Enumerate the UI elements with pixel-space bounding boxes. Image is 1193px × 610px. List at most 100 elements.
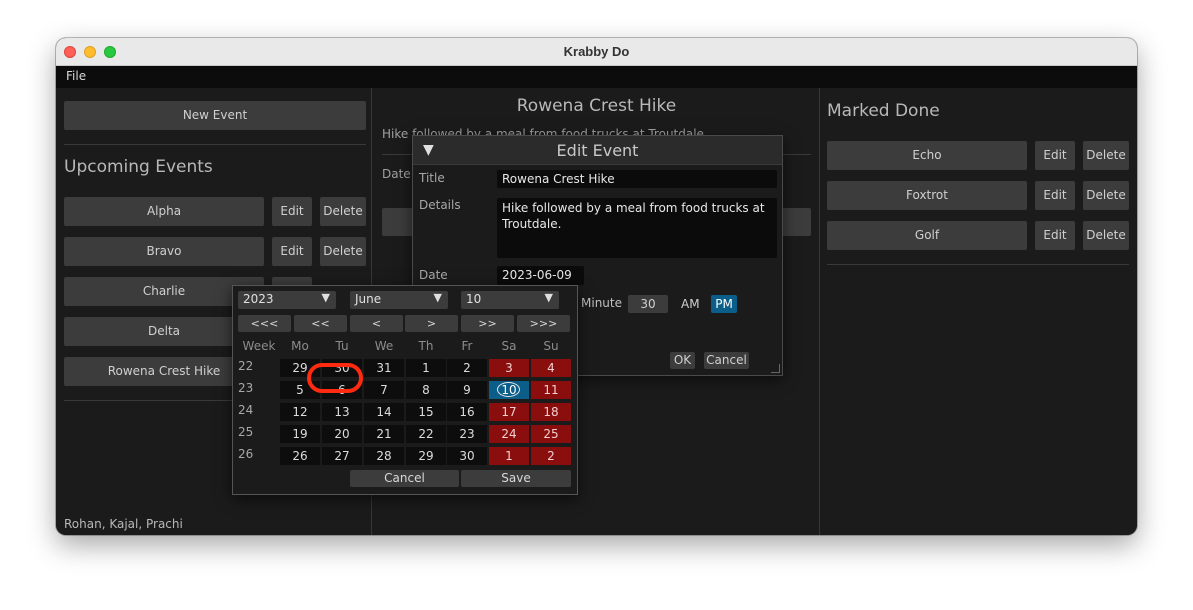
header-sa: Sa <box>501 339 517 353</box>
calendar-day[interactable]: 26 <box>280 447 320 465</box>
event-button-foxtrot[interactable]: Foxtrot <box>827 181 1027 210</box>
window-title: Krabby Do <box>563 44 630 59</box>
month-select[interactable]: June ▼ <box>350 291 448 309</box>
dropdown-arrow-icon: ▼ <box>544 291 553 304</box>
calendar-cancel-button[interactable]: Cancel <box>350 470 459 487</box>
calendar-day-weekend[interactable]: 1 <box>489 447 529 465</box>
delete-button[interactable]: Delete <box>320 237 366 266</box>
calendar-day-weekend[interactable]: 24 <box>489 425 529 443</box>
resize-grip-icon[interactable] <box>771 364 780 373</box>
details-field-label: Details <box>419 198 461 212</box>
header-mo: Mo <box>291 339 309 353</box>
calendar-day[interactable]: 1 <box>406 359 446 377</box>
event-button-alpha[interactable]: Alpha <box>64 197 264 226</box>
nav-prev-year-button[interactable]: <<< <box>238 315 291 332</box>
year-select[interactable]: 2023 ▼ <box>238 291 336 309</box>
edit-button[interactable]: Edit <box>1035 221 1075 250</box>
minute-input[interactable]: 30 <box>628 295 668 313</box>
marked-done-panel: Marked Done Echo Edit Delete Foxtrot Edi… <box>821 88 1137 535</box>
calendar-day[interactable]: 23 <box>447 425 487 443</box>
title-bar: Krabby Do <box>56 38 1137 66</box>
title-input[interactable]: Rowena Crest Hike <box>497 170 777 188</box>
calendar-day[interactable]: 16 <box>447 403 487 421</box>
event-button-golf[interactable]: Golf <box>827 221 1027 250</box>
date-value: 2023-06-09 <box>502 268 572 282</box>
header-week: Week <box>242 339 276 353</box>
month-value: June <box>355 292 382 306</box>
event-title: Rowena Crest Hike <box>516 96 677 116</box>
calendar-day-weekend[interactable]: 17 <box>489 403 529 421</box>
calendar-day[interactable]: 14 <box>364 403 404 421</box>
nav-next-year-button[interactable]: >>> <box>517 315 570 332</box>
menu-bar: File <box>56 66 1137 88</box>
calendar-day-selected[interactable]: 10 <box>489 381 529 399</box>
dropdown-arrow-icon: ▼ <box>321 291 330 304</box>
calendar-day[interactable]: 19 <box>280 425 320 443</box>
calendar-day[interactable]: 27 <box>322 447 362 465</box>
calendar-day[interactable]: 29 <box>406 447 446 465</box>
year-value: 2023 <box>243 292 274 306</box>
ok-button[interactable]: OK <box>670 352 695 369</box>
week-number: 26 <box>238 447 254 461</box>
date-field-label: Date <box>419 268 448 282</box>
delete-button[interactable]: Delete <box>1083 221 1129 250</box>
header-tu: Tu <box>335 339 349 353</box>
calendar-day[interactable]: 13 <box>322 403 362 421</box>
event-date-label: Date: <box>382 167 415 181</box>
event-button-bravo[interactable]: Bravo <box>64 237 264 266</box>
calendar-day[interactable]: 15 <box>406 403 446 421</box>
calendar-day-weekend[interactable]: 11 <box>531 381 571 399</box>
week-number: 22 <box>238 359 254 373</box>
nav-prev-month-button[interactable]: < <box>350 315 403 332</box>
calendar-day[interactable]: 30 <box>447 447 487 465</box>
calendar-day-weekend[interactable]: 18 <box>531 403 571 421</box>
calendar-day[interactable]: 2 <box>447 359 487 377</box>
calendar-day[interactable]: 7 <box>364 381 404 399</box>
calendar-day[interactable]: 12 <box>280 403 320 421</box>
calendar-save-button[interactable]: Save <box>461 470 571 487</box>
delete-button[interactable]: Delete <box>1083 141 1129 170</box>
calendar-day-weekend[interactable]: 25 <box>531 425 571 443</box>
marked-done-heading: Marked Done <box>827 101 940 121</box>
calendar-day[interactable]: 28 <box>364 447 404 465</box>
edit-button[interactable]: Edit <box>1035 141 1075 170</box>
app-window: Krabby Do File New Event Upcoming Events… <box>56 38 1137 535</box>
calendar-day-weekend[interactable]: 4 <box>531 359 571 377</box>
calendar-day[interactable]: 22 <box>406 425 446 443</box>
nav-next-month-button[interactable]: > <box>405 315 458 332</box>
day-select[interactable]: 10 ▼ <box>461 291 559 309</box>
delete-button[interactable]: Delete <box>320 197 366 226</box>
minute-label: Minute <box>581 296 622 310</box>
header-we: We <box>374 339 394 353</box>
delete-button[interactable]: Delete <box>1083 181 1129 210</box>
header-su: Su <box>543 339 559 353</box>
dialog-header[interactable]: ▼ Edit Event <box>413 136 782 165</box>
am-toggle[interactable]: AM <box>681 297 700 311</box>
title-field-label: Title <box>419 171 445 185</box>
new-event-button[interactable]: New Event <box>64 101 366 130</box>
menu-file[interactable]: File <box>66 69 86 83</box>
week-number: 24 <box>238 403 254 417</box>
calendar-day-weekend[interactable]: 3 <box>489 359 529 377</box>
pm-toggle[interactable]: PM <box>711 295 737 313</box>
selection-ring <box>497 382 520 397</box>
edit-button[interactable]: Edit <box>272 197 312 226</box>
calendar-day-weekend[interactable]: 2 <box>531 447 571 465</box>
date-picker-popup: 2023 ▼ June ▼ 10 ▼ <<< << < > >> >>> Wee… <box>232 285 578 495</box>
header-th: Th <box>418 339 434 353</box>
calendar-day[interactable]: 21 <box>364 425 404 443</box>
cancel-button[interactable]: Cancel <box>704 352 749 369</box>
dialog-title: Edit Event <box>556 141 639 160</box>
calendar-day[interactable]: 20 <box>322 425 362 443</box>
edit-button[interactable]: Edit <box>272 237 312 266</box>
highlight-annotation <box>307 363 363 393</box>
event-button-echo[interactable]: Echo <box>827 141 1027 170</box>
details-textarea[interactable]: Hike followed by a meal from food trucks… <box>497 198 777 258</box>
nav-next-quarter-button[interactable]: >> <box>461 315 514 332</box>
edit-button[interactable]: Edit <box>1035 181 1075 210</box>
nav-prev-quarter-button[interactable]: << <box>294 315 347 332</box>
date-picker-button[interactable]: 2023-06-09 ▦ <box>497 266 584 296</box>
calendar-day[interactable]: 8 <box>406 381 446 399</box>
calendar-day[interactable]: 9 <box>447 381 487 399</box>
calendar-day[interactable]: 31 <box>364 359 404 377</box>
